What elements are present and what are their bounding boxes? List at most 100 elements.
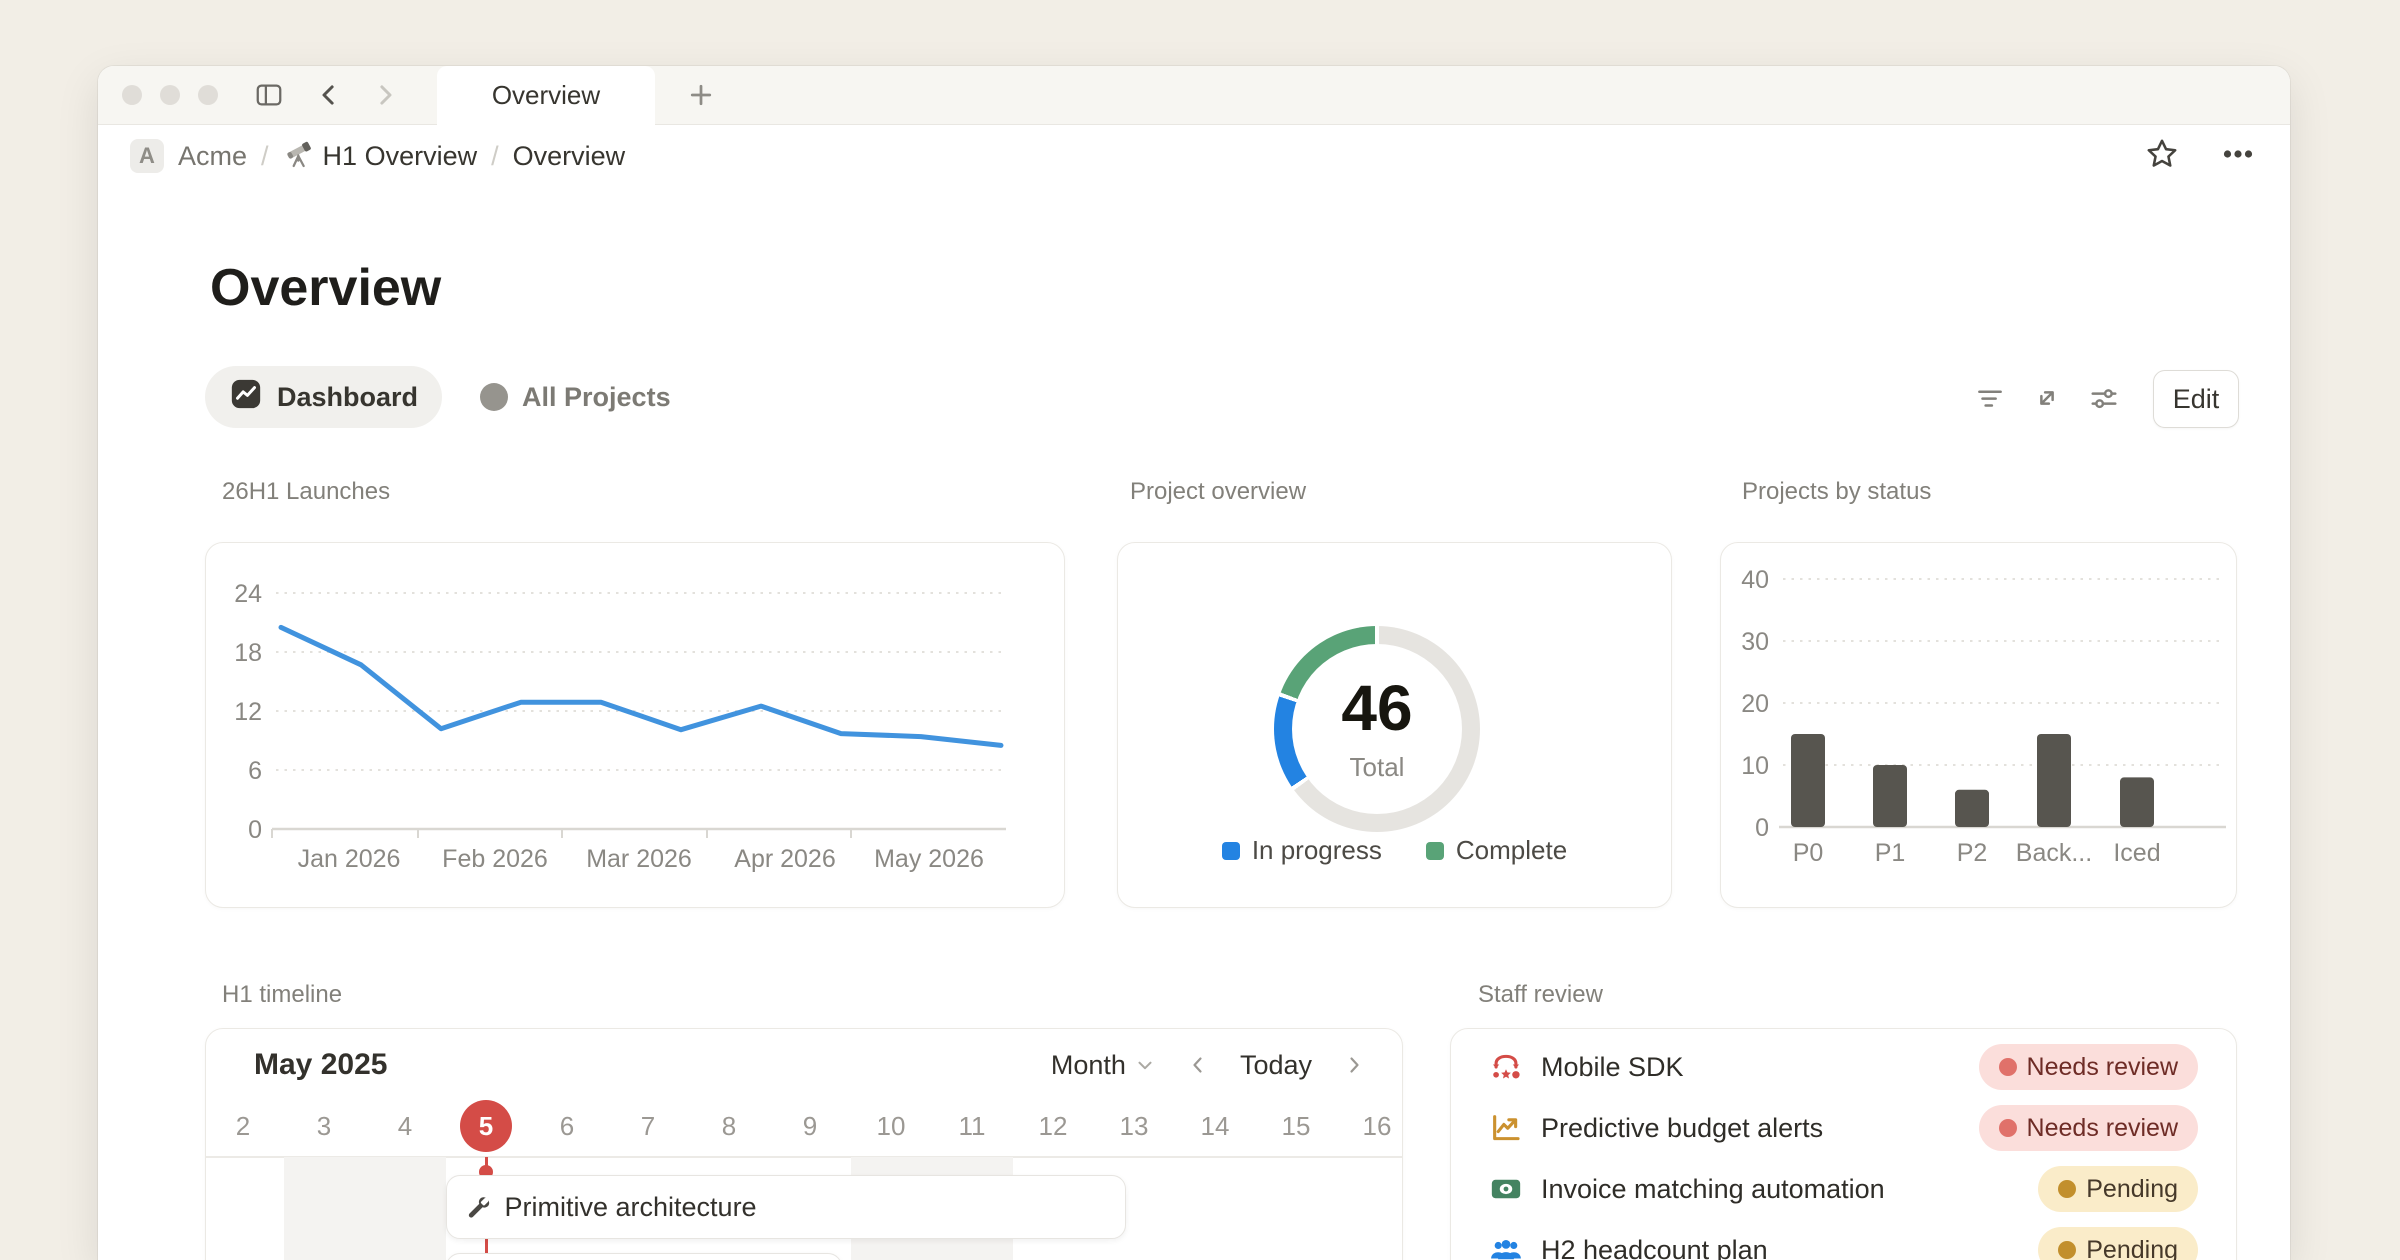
weekend-band xyxy=(365,1157,446,1260)
project-overview-donut-card: 46 Total In progressComplete xyxy=(1117,542,1672,908)
y-axis-label: 40 xyxy=(1741,566,1769,594)
window-tab-bar: Overview xyxy=(98,66,2290,125)
x-axis-label: Iced xyxy=(2113,839,2160,867)
wrench-icon xyxy=(463,1193,491,1221)
y-axis-label: 20 xyxy=(1741,690,1769,718)
timeline-card: May 2025 Month Today 2345678910111213141… xyxy=(205,1028,1403,1260)
expand-icon[interactable] xyxy=(2032,383,2062,413)
edit-button-label: Edit xyxy=(2173,384,2220,415)
close-window-button[interactable] xyxy=(122,85,142,105)
donut-total-value: 46 xyxy=(1341,676,1412,740)
status-badge: Needs review xyxy=(1979,1044,2198,1090)
more-options-icon[interactable] xyxy=(2220,136,2256,177)
zoom-window-button[interactable] xyxy=(198,85,218,105)
line-chart: 24181260Jan 2026Feb 2026Mar 2026Apr 2026… xyxy=(206,543,1063,906)
bar xyxy=(2120,777,2154,827)
status-badge-label: Pending xyxy=(2086,1236,2178,1260)
filter-icon[interactable] xyxy=(1975,383,2005,413)
staff-review-card: Mobile SDKNeeds reviewPredictive budget … xyxy=(1450,1028,2237,1260)
status-badge: Needs review xyxy=(1979,1105,2198,1151)
timeline-date: 7 xyxy=(622,1100,674,1152)
staff-item-title: Mobile SDK xyxy=(1541,1052,1684,1083)
x-axis-label: May 2026 xyxy=(874,845,984,873)
settings-sliders-icon[interactable] xyxy=(2089,383,2119,413)
y-axis-label: 12 xyxy=(234,698,262,726)
staff-item-title: Invoice matching automation xyxy=(1541,1174,1885,1205)
breadcrumb-current-page[interactable]: Overview xyxy=(513,141,626,172)
x-axis-label: Back... xyxy=(2016,839,2092,867)
breadcrumb: A Acme / H1 Overview / Overview xyxy=(98,125,2290,187)
app-window: Overview A Acme / H1 Overview / Overview xyxy=(98,66,2290,1260)
y-axis-label: 6 xyxy=(248,757,262,785)
timeline-date: 15 xyxy=(1270,1100,1322,1152)
new-tab-icon[interactable] xyxy=(686,80,716,110)
timeline-date: 2 xyxy=(217,1100,269,1152)
breadcrumb-parent-label: H1 Overview xyxy=(323,141,478,172)
staff-item-title: Predictive budget alerts xyxy=(1541,1113,1823,1144)
page-title: Overview xyxy=(210,258,441,318)
timeline-date: 16 xyxy=(1351,1100,1403,1152)
workspace-initial: A xyxy=(139,143,155,169)
legend-item: In progress xyxy=(1222,835,1382,866)
timeline-date: 10 xyxy=(865,1100,917,1152)
edit-button[interactable]: Edit xyxy=(2153,370,2239,428)
timeline-prev-icon[interactable] xyxy=(1186,1053,1210,1077)
launches-line-chart-card: 24181260Jan 2026Feb 2026Mar 2026Apr 2026… xyxy=(205,542,1065,908)
timeline-today-label: Today xyxy=(1240,1050,1312,1081)
bar xyxy=(2037,734,2071,827)
status-badge-label: Pending xyxy=(2086,1175,2178,1204)
status-badge: Pending xyxy=(2038,1227,2198,1260)
browser-tab-overview[interactable]: Overview xyxy=(437,66,655,125)
forward-icon[interactable] xyxy=(370,80,400,110)
timeline-next-icon[interactable] xyxy=(1342,1053,1366,1077)
x-axis-label: Apr 2026 xyxy=(734,845,835,873)
telescope-icon xyxy=(283,138,315,175)
x-axis-label: Jan 2026 xyxy=(298,845,401,873)
timeline-event[interactable]: Explore entry paths xyxy=(446,1253,843,1260)
y-axis-label: 0 xyxy=(248,816,262,844)
y-axis-label: 10 xyxy=(1741,752,1769,780)
widget-title-staff-review: Staff review xyxy=(1478,981,1603,1009)
banknote-icon xyxy=(1489,1172,1523,1206)
workspace-avatar[interactable]: A xyxy=(130,139,164,173)
timeline-date: 14 xyxy=(1189,1100,1241,1152)
legend-swatch xyxy=(1222,842,1240,860)
timeline-event[interactable]: Primitive architecture xyxy=(446,1175,1126,1239)
timeline-date: 13 xyxy=(1108,1100,1160,1152)
staff-item-title: H2 headcount plan xyxy=(1541,1235,1768,1260)
timeline-today-date: 5 xyxy=(460,1100,512,1152)
breadcrumb-workspace[interactable]: Acme xyxy=(178,141,247,172)
by-status-bar-chart-card: 403020100P0P1P2Back...Iced xyxy=(1720,542,2237,908)
view-toolbar: Edit xyxy=(98,369,2290,427)
timeline-header: May 2025 Month Today xyxy=(206,1029,1402,1101)
chart-up-icon xyxy=(1489,1111,1523,1145)
chevron-down-icon xyxy=(1134,1054,1156,1076)
back-icon[interactable] xyxy=(314,80,344,110)
breadcrumb-separator: / xyxy=(261,141,269,172)
timeline-view-selector[interactable]: Month xyxy=(1051,1050,1156,1081)
timeline-date: 4 xyxy=(379,1100,431,1152)
sidebar-toggle-icon[interactable] xyxy=(254,80,284,110)
breadcrumb-parent-page[interactable]: H1 Overview xyxy=(283,138,478,175)
x-axis-label: P1 xyxy=(1875,839,1906,867)
x-axis-label: Mar 2026 xyxy=(586,845,692,873)
favorite-star-icon[interactable] xyxy=(2144,136,2180,177)
minimize-window-button[interactable] xyxy=(160,85,180,105)
people-icon xyxy=(1489,1233,1523,1260)
weekend-band xyxy=(284,1157,365,1260)
timeline-today-button[interactable]: Today xyxy=(1240,1050,1312,1081)
timeline-date: 3 xyxy=(298,1100,350,1152)
y-axis-label: 30 xyxy=(1741,628,1769,656)
x-axis-label: P0 xyxy=(1793,839,1824,867)
staff-review-row[interactable]: Predictive budget alerts Needs review xyxy=(1451,1098,2236,1158)
legend-swatch xyxy=(1426,842,1444,860)
staff-review-row[interactable]: Invoice matching automation Pending xyxy=(1451,1159,2236,1219)
y-axis-label: 0 xyxy=(1755,814,1769,842)
donut-legend: In progress Complete xyxy=(1118,835,1671,866)
legend-label: Complete xyxy=(1456,835,1567,866)
x-axis-label: Feb 2026 xyxy=(442,845,548,873)
timeline-event-title: Primitive architecture xyxy=(505,1192,757,1223)
staff-review-row[interactable]: Mobile SDK Needs review xyxy=(1451,1037,2236,1097)
timeline-view-label: Month xyxy=(1051,1050,1126,1081)
staff-review-row[interactable]: H2 headcount plan Pending xyxy=(1451,1220,2236,1260)
